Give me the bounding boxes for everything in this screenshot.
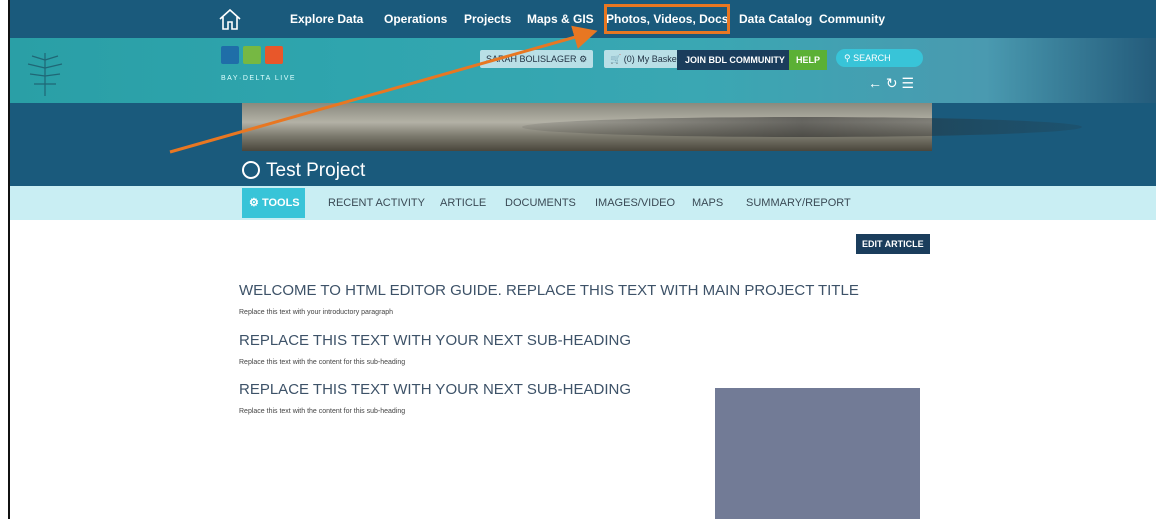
image-placeholder — [715, 388, 920, 519]
edit-article-button[interactable]: EDIT ARTICLE — [856, 234, 930, 254]
nav-explore-data[interactable]: Explore Data — [290, 0, 363, 38]
fern-decoration-icon — [27, 53, 63, 96]
nav-photos-videos-docs[interactable]: Photos, Videos, Docs — [600, 0, 734, 38]
basket-button[interactable]: 🛒 (0) My Basket — [604, 50, 686, 68]
top-navigation: Explore Data Operations Projects Maps & … — [10, 0, 1156, 38]
tab-documents[interactable]: DOCUMENTS — [505, 186, 576, 220]
sub-heading-1: REPLACE THIS TEXT WITH YOUR NEXT SUB-HEA… — [239, 332, 632, 349]
nav-community[interactable]: Community — [819, 0, 885, 38]
gear-icon[interactable]: ⚙ — [579, 54, 587, 64]
nav-data-catalog[interactable]: Data Catalog — [739, 0, 812, 38]
utility-icons: ← ↻ ☰ — [868, 75, 914, 92]
nav-projects[interactable]: Projects — [464, 0, 511, 38]
tab-maps[interactable]: MAPS — [692, 186, 723, 220]
tab-images-video[interactable]: IMAGES/VIDEO — [595, 186, 675, 220]
project-title: Test Project — [242, 160, 365, 182]
help-button[interactable]: HELP — [789, 50, 827, 70]
tab-tools[interactable]: ⚙ TOOLS — [242, 188, 305, 218]
gear-icon: ⚙ — [249, 197, 259, 209]
project-hero: Test Project — [10, 103, 1156, 186]
nav-maps-gis[interactable]: Maps & GIS — [527, 0, 594, 38]
project-tabs: ⚙ TOOLS RECENT ACTIVITY ARTICLE DOCUMENT… — [10, 186, 1156, 220]
browser-frame: Explore Data Operations Projects Maps & … — [8, 0, 1156, 519]
logo-text: BAY·DELTA LIVE — [221, 75, 297, 82]
nav-operations[interactable]: Operations — [384, 0, 447, 38]
tab-recent-activity[interactable]: RECENT ACTIVITY — [328, 186, 425, 220]
logo-plant-icon[interactable] — [243, 46, 261, 64]
intro-paragraph: Replace this text with your introductory… — [239, 309, 394, 316]
home-icon[interactable] — [217, 7, 243, 31]
user-menu[interactable]: SARAH BOLISLAGER ⚙ — [480, 50, 594, 68]
join-community-button[interactable]: JOIN BDL COMMUNITY — [677, 50, 793, 70]
cart-icon: 🛒 — [610, 54, 622, 64]
username: SARAH BOLISLAGER — [486, 54, 577, 64]
project-title-text: Test Project — [266, 160, 366, 181]
basket-label: (0) My Basket — [623, 54, 680, 64]
sub-heading-1-text: Replace this text with the content for t… — [239, 359, 406, 366]
tab-article[interactable]: ARTICLE — [440, 186, 486, 220]
tab-tools-label: TOOLS — [261, 197, 300, 209]
refresh-icon[interactable]: ↻ — [886, 75, 898, 91]
search-icon: ⚲ — [844, 53, 851, 63]
back-arrow-icon[interactable]: ← — [868, 75, 882, 91]
site-banner: BAY·DELTA LIVE SARAH BOLISLAGER ⚙ 🛒 (0) … — [10, 38, 1156, 103]
logo-fish-icon[interactable] — [221, 46, 239, 64]
fish-photo — [522, 117, 1082, 137]
hero-image — [242, 103, 1082, 151]
main-heading: WELCOME TO HTML EDITOR GUIDE. REPLACE TH… — [239, 282, 859, 299]
sub-heading-2-text: Replace this text with the content for t… — [239, 408, 406, 415]
logo-bird-icon[interactable] — [265, 46, 283, 64]
sub-heading-2: REPLACE THIS TEXT WITH YOUR NEXT SUB-HEA… — [239, 381, 632, 398]
search-placeholder: SEARCH — [853, 53, 891, 63]
search-input[interactable]: ⚲ SEARCH — [836, 49, 923, 67]
list-menu-icon[interactable]: ☰ — [902, 75, 915, 91]
project-icon — [242, 161, 260, 179]
tab-summary-report[interactable]: SUMMARY/REPORT — [746, 186, 851, 220]
